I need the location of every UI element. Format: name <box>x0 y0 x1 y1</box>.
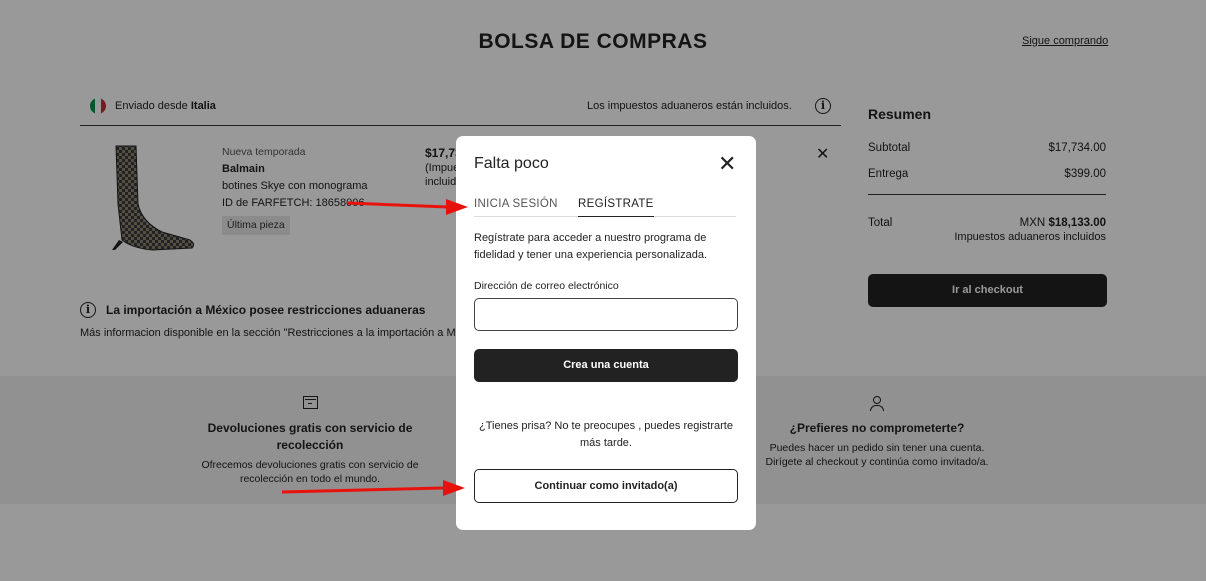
continue-as-guest-button[interactable]: Continuar como invitado(a) <box>474 469 738 503</box>
tab-register[interactable]: REGÍSTRATE <box>578 198 654 217</box>
auth-tabs: INICIA SESIÓN REGÍSTRATE <box>474 198 736 217</box>
guest-hint-text: ¿Tienes prisa? No te preocupes , puedes … <box>479 420 733 449</box>
close-icon[interactable]: ✕ <box>718 153 736 175</box>
email-field[interactable] <box>474 298 738 331</box>
modal-title: Falta poco <box>474 155 549 172</box>
modal-description: Regístrate para acceder a nuestro progra… <box>474 232 707 261</box>
tab-login[interactable]: INICIA SESIÓN <box>474 198 558 217</box>
email-label: Dirección de correo electrónico <box>474 280 619 292</box>
signup-modal: Falta poco ✕ INICIA SESIÓN REGÍSTRATE Re… <box>456 136 756 530</box>
create-account-button[interactable]: Crea una cuenta <box>474 349 738 382</box>
